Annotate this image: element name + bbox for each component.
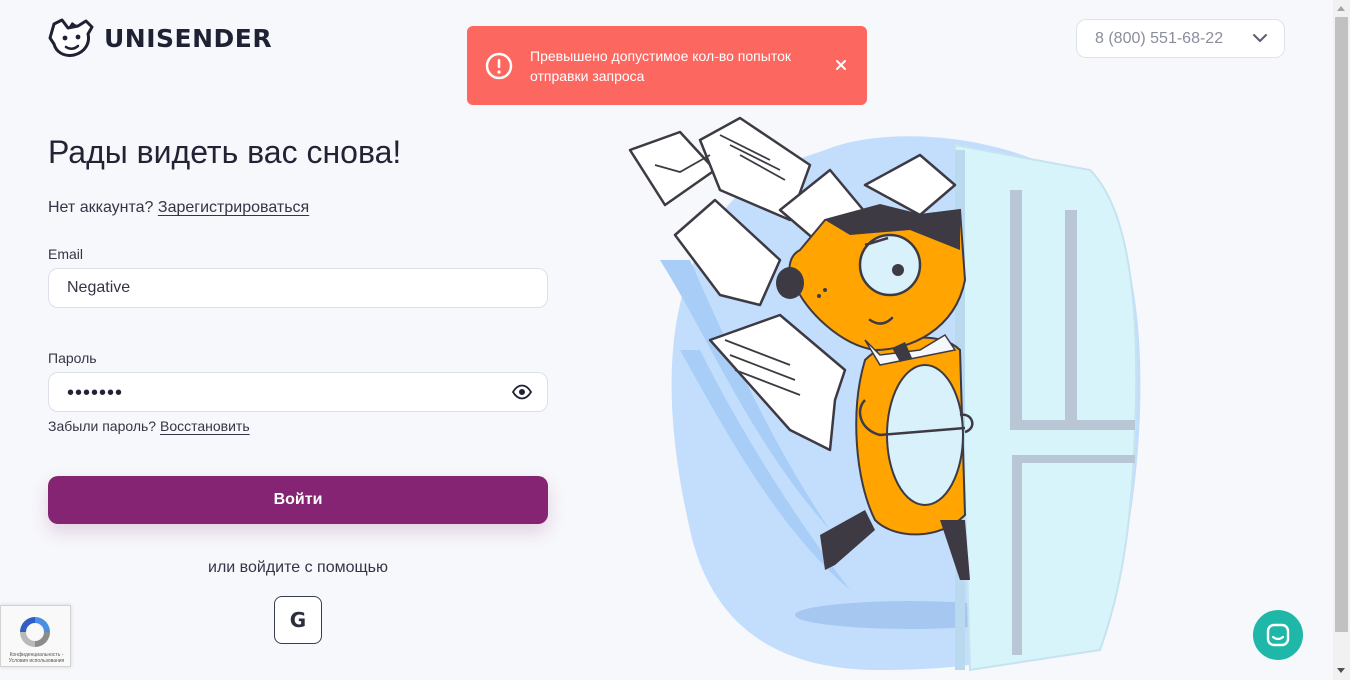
scroll-up-arrow[interactable] xyxy=(1337,6,1345,11)
alt-login-text: или войдите с помощью xyxy=(208,559,388,576)
alert-circle-icon xyxy=(485,52,513,79)
page-scrollbar[interactable] xyxy=(1333,0,1350,680)
close-icon[interactable] xyxy=(833,57,849,73)
page-title: Рады видеть вас снова! xyxy=(48,134,402,170)
phone-dropdown[interactable]: 8 (800) 551-68-22 xyxy=(1076,19,1285,58)
recaptcha-badge[interactable]: Конфиденциальность - Условия использован… xyxy=(0,605,71,667)
restore-link[interactable]: Восстановить xyxy=(160,418,250,434)
login-button[interactable]: Войти xyxy=(48,476,548,524)
toast-message: Превышено допустимое кол-во попыток отпр… xyxy=(530,47,791,84)
email-label: Email xyxy=(48,246,84,262)
forgot-password: Забыли пароль? Восстановить xyxy=(48,418,250,434)
brand-logo[interactable]: UNISENDER xyxy=(48,18,272,58)
signup-prompt: Нет аккаунта? Зарегистрироваться xyxy=(48,199,309,217)
dog-logo-icon xyxy=(48,18,94,57)
google-icon: G xyxy=(289,608,307,632)
fox-illustration xyxy=(628,116,1141,672)
chevron-down-icon xyxy=(1253,34,1267,42)
phone-number: 8 (800) 551-68-22 xyxy=(1095,29,1224,47)
password-field[interactable] xyxy=(48,372,548,412)
scroll-thumb[interactable] xyxy=(1335,17,1348,632)
no-account-text: Нет аккаунта? xyxy=(48,199,154,216)
brand-name: UNISENDER xyxy=(104,23,273,53)
forgot-text: Забыли пароль? xyxy=(48,418,157,434)
error-toast: Превышено допустимое кол-во попыток отпр… xyxy=(467,26,867,105)
chat-button[interactable] xyxy=(1253,610,1303,660)
recaptcha-text: Конфиденциальность - Условия использован… xyxy=(8,652,65,664)
email-field[interactable] xyxy=(48,268,548,308)
eye-icon[interactable] xyxy=(512,384,532,400)
recaptcha-icon xyxy=(20,617,50,647)
register-link[interactable]: Зарегистрироваться xyxy=(158,199,309,216)
password-label: Пароль xyxy=(48,350,97,366)
scroll-down-arrow[interactable] xyxy=(1337,668,1345,673)
chat-icon xyxy=(1266,623,1290,647)
google-login-button[interactable]: G xyxy=(274,596,322,644)
